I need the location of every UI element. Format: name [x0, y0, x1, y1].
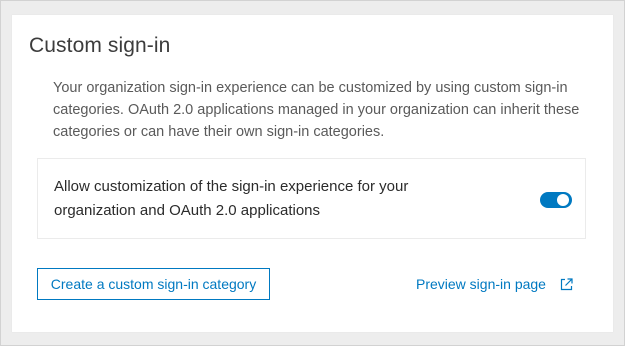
custom-sign-in-card: Custom sign-in Your organization sign-in…	[12, 15, 613, 332]
window-frame: Custom sign-in Your organization sign-in…	[0, 0, 625, 346]
customization-toggle-panel: Allow customization of the sign-in exper…	[37, 158, 586, 239]
section-title: Custom sign-in	[29, 34, 171, 57]
section-description: Your organization sign-in experience can…	[53, 80, 580, 140]
customization-toggle-label: Allow customization of the sign-in exper…	[54, 178, 409, 219]
launch-icon	[559, 277, 574, 292]
customization-toggle-switch[interactable]	[540, 192, 572, 208]
toggle-knob	[557, 194, 569, 206]
preview-link-label: Preview sign-in page	[416, 276, 546, 292]
preview-sign-in-page-link[interactable]: Preview sign-in page	[416, 274, 574, 294]
create-custom-sign-in-category-button[interactable]: Create a custom sign-in category	[37, 268, 270, 300]
